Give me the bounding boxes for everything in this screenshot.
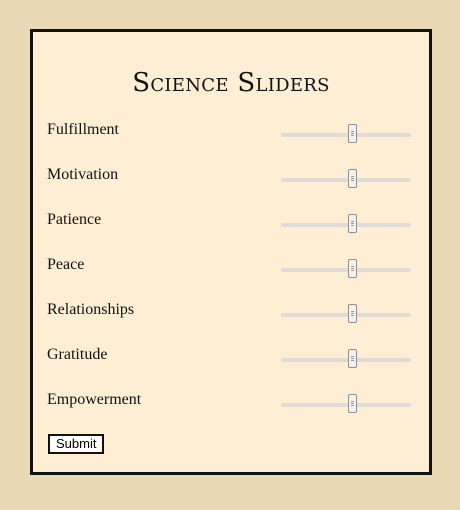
slider-track (281, 223, 411, 227)
slider-row-patience: Patience (47, 210, 417, 234)
submit-button[interactable]: Submit (48, 434, 105, 454)
slider-thumb[interactable] (347, 394, 357, 413)
slider-thumb[interactable] (347, 349, 357, 368)
slider-thumb[interactable] (347, 169, 357, 188)
relationships-slider[interactable] (281, 304, 411, 326)
slider-thumb[interactable] (347, 214, 357, 233)
slider-row-gratitude: Gratitude (47, 345, 417, 369)
slider-row-peace: Peace (47, 255, 417, 279)
motivation-slider[interactable] (281, 169, 411, 191)
slider-thumb[interactable] (347, 259, 357, 278)
slider-row-fulfillment: Fulfillment (47, 120, 417, 144)
slider-row-motivation: Motivation (47, 165, 417, 189)
slider-track (281, 133, 411, 137)
slider-thumb[interactable] (347, 304, 357, 323)
slider-track (281, 268, 411, 272)
slider-track (281, 313, 411, 317)
slider-label: Gratitude (47, 346, 108, 363)
slider-label: Peace (47, 256, 85, 273)
slider-label: Empowerment (47, 391, 142, 408)
form-title: Science Sliders (132, 68, 330, 98)
empowerment-slider[interactable] (281, 394, 411, 416)
gratitude-slider[interactable] (281, 349, 411, 371)
slider-label: Motivation (47, 166, 119, 183)
slider-form-panel: Science Sliders Fulfillment Motivation P… (30, 29, 432, 475)
peace-slider[interactable] (281, 259, 411, 281)
fulfillment-slider[interactable] (281, 124, 411, 146)
slider-label: Patience (47, 211, 102, 228)
slider-track (281, 358, 411, 362)
slider-thumb[interactable] (347, 124, 357, 143)
slider-label: Relationships (47, 301, 135, 318)
slider-label: Fulfillment (47, 121, 119, 138)
patience-slider[interactable] (281, 214, 411, 236)
slider-track (281, 403, 411, 407)
slider-track (281, 178, 411, 182)
slider-row-relationships: Relationships (47, 300, 417, 324)
slider-row-empowerment: Empowerment (47, 390, 417, 414)
